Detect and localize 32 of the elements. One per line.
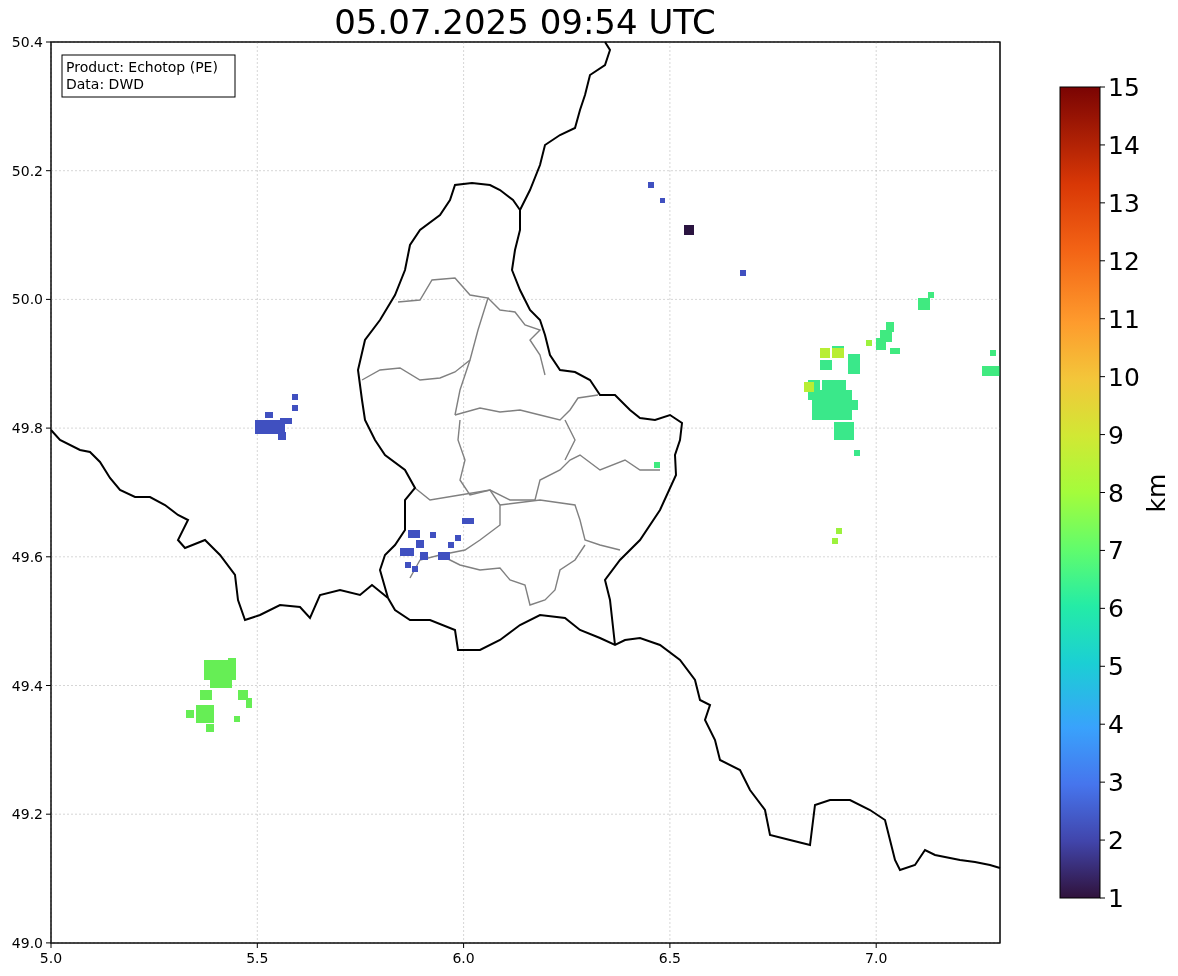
- info-text: Product: Echotop (PE): [66, 59, 218, 75]
- axis-tick-label: 49.6: [11, 548, 43, 565]
- colorbar-tick-label: 11: [1108, 304, 1140, 334]
- axis-tick-label: 50.4: [11, 34, 43, 50]
- colorbar-tick-label: 9: [1108, 420, 1124, 450]
- colorbar-tick-label: 3: [1108, 768, 1124, 798]
- colorbar-tick-label: 10: [1108, 362, 1140, 392]
- axis-tick-label: 5.5: [246, 950, 269, 966]
- info-text: Data: DWD: [66, 76, 144, 92]
- axis-tick-label: 7.0: [865, 950, 888, 966]
- axis-tick-label: 49.0: [11, 934, 43, 951]
- axis-tick-label: 6.5: [658, 950, 682, 966]
- axis-tick-label: 49.8: [11, 420, 43, 437]
- axis-tick-label: 49.2: [11, 806, 43, 823]
- colorbar-tick-label: 8: [1108, 478, 1124, 508]
- colorbar-tick-label: 13: [1108, 188, 1140, 218]
- axis-tick-label: 49.4: [11, 677, 43, 694]
- colorbar-tick-label: 2: [1108, 826, 1124, 856]
- axis-tick-label: 50.2: [11, 162, 43, 179]
- colorbar-tick-label: 12: [1108, 246, 1140, 276]
- colorbar-tick-label: 14: [1108, 130, 1140, 160]
- colorbar-tick-label: 4: [1108, 710, 1124, 740]
- axis-tick-label: 5.0: [39, 950, 63, 966]
- colorbar-tick-label: 15: [1108, 73, 1140, 102]
- colorbar-tick-label: 6: [1108, 594, 1124, 624]
- colorbar-tick-label: 5: [1108, 652, 1124, 682]
- axis-tick-label: 6.0: [452, 950, 475, 966]
- colorbar-label: km: [1142, 473, 1171, 513]
- colorbar-tick-label: 7: [1108, 536, 1124, 566]
- colorbar-tick-label: 1: [1108, 884, 1124, 913]
- chart-title: 05.07.2025 09:54 UTC: [334, 2, 716, 42]
- axis-tick-label: 50.0: [11, 291, 43, 308]
